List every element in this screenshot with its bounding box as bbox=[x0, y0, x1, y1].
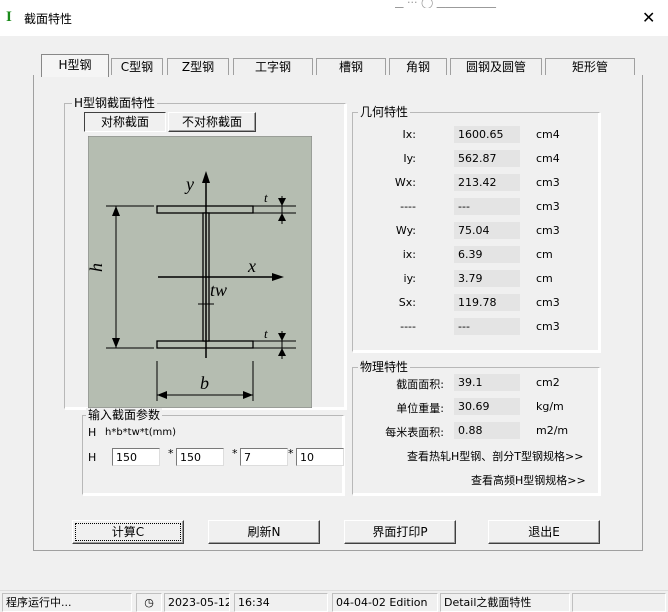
geo-label: Wy: bbox=[395, 224, 416, 237]
asymmetric-section-button[interactable]: 不对称截面 bbox=[168, 112, 256, 132]
print-button[interactable]: 界面打印P bbox=[344, 520, 456, 544]
tab-1[interactable]: C型钢 bbox=[111, 58, 163, 76]
exit-button[interactable]: 退出E bbox=[488, 520, 600, 544]
refresh-button[interactable]: 刷新N bbox=[208, 520, 320, 544]
tab-0[interactable]: H型钢 bbox=[41, 54, 109, 77]
geo-value: 6.39 bbox=[454, 246, 520, 263]
phys-unit: m2/m bbox=[536, 424, 569, 437]
status-edition: 04-04-02 Edition bbox=[332, 593, 438, 612]
b-input[interactable] bbox=[176, 448, 224, 466]
tw-label: tw bbox=[210, 280, 227, 300]
h-section-diagram: y x t t tw b h bbox=[88, 136, 312, 408]
tab-7[interactable]: 矩形管 bbox=[545, 58, 635, 76]
formula-text: h*b*tw*t(mm) bbox=[105, 427, 176, 438]
phys-label: 截面面积: bbox=[396, 378, 444, 391]
h-label: h bbox=[88, 263, 106, 272]
geo-value: 3.79 bbox=[454, 270, 520, 287]
tab-6[interactable]: 圆钢及圆管 bbox=[450, 58, 542, 76]
t-input[interactable] bbox=[296, 448, 344, 466]
geo-label: ---- bbox=[400, 200, 416, 213]
physical-group-label: 物理特性 bbox=[358, 360, 411, 374]
phys-label: 每米表面积: bbox=[385, 426, 444, 439]
geo-label: Wx: bbox=[394, 176, 416, 189]
geo-unit: cm bbox=[536, 272, 553, 285]
geo-label: Sx: bbox=[398, 296, 416, 309]
status-running: 程序运行中... bbox=[2, 593, 132, 612]
geo-value: 119.78 bbox=[454, 294, 520, 311]
geo-unit: cm3 bbox=[536, 224, 560, 237]
tw-input[interactable] bbox=[240, 448, 288, 466]
geo-label: ix: bbox=[402, 248, 416, 261]
symmetric-section-button[interactable]: 对称截面 bbox=[84, 112, 166, 132]
tab-3[interactable]: 工字钢 bbox=[233, 58, 313, 76]
geo-label: Iy: bbox=[403, 152, 416, 165]
geo-label: Ix: bbox=[402, 128, 416, 141]
input-row-label: H bbox=[88, 451, 97, 464]
formula-prefix: H bbox=[88, 426, 97, 439]
phys-unit: cm2 bbox=[536, 376, 560, 389]
x-axis-label: x bbox=[247, 256, 256, 276]
phys-value: 0.88 bbox=[454, 422, 520, 439]
phys-unit: kg/m bbox=[536, 400, 564, 413]
phys-label: 单位重量: bbox=[396, 402, 444, 415]
status-time: 16:34 bbox=[234, 593, 328, 612]
tab-2[interactable]: Z型钢 bbox=[167, 58, 229, 76]
geo-unit: cm3 bbox=[536, 320, 560, 333]
geo-value: --- bbox=[454, 318, 520, 335]
separator: * bbox=[288, 447, 294, 460]
t-top-label: t bbox=[264, 190, 268, 205]
h-input[interactable] bbox=[112, 448, 160, 466]
hot-rolled-spec-link[interactable]: 查看热轧H型钢、剖分T型钢规格>> bbox=[407, 448, 583, 464]
status-page: Detail之截面特性 bbox=[440, 593, 570, 612]
geo-unit: cm4 bbox=[536, 128, 560, 141]
status-empty bbox=[572, 593, 666, 612]
input-group-label: 输入截面参数 bbox=[86, 408, 163, 422]
separator: * bbox=[232, 447, 238, 460]
background-window-strip: ▁ ··· ◯ ▁▁▁▁▁▁▁ bbox=[395, 0, 496, 8]
high-frequency-spec-link[interactable]: 查看高频H型钢规格>> bbox=[471, 472, 586, 488]
geo-value: 1600.65 bbox=[454, 126, 520, 143]
t-bottom-label: t bbox=[264, 326, 268, 341]
geo-value: --- bbox=[454, 198, 520, 215]
geo-unit: cm3 bbox=[536, 176, 560, 189]
tab-5[interactable]: 角钢 bbox=[389, 58, 447, 76]
geometry-group-label: 几何特性 bbox=[358, 105, 411, 119]
geo-value: 562.87 bbox=[454, 150, 520, 167]
separator: * bbox=[168, 447, 174, 460]
tab-4[interactable]: 槽钢 bbox=[316, 58, 386, 76]
geo-unit: cm3 bbox=[536, 296, 560, 309]
geo-unit: cm bbox=[536, 248, 553, 261]
calculate-button[interactable]: 计算C bbox=[72, 520, 184, 544]
geo-value: 75.04 bbox=[454, 222, 520, 239]
status-date: 2023-05-12 bbox=[164, 593, 230, 612]
geo-label: ---- bbox=[400, 320, 416, 333]
b-label: b bbox=[200, 373, 209, 393]
phys-value: 39.1 bbox=[454, 374, 520, 391]
phys-value: 30.69 bbox=[454, 398, 520, 415]
y-axis-label: y bbox=[184, 174, 194, 194]
clock-icon: ◷ bbox=[136, 593, 162, 612]
app-logo-icon: I bbox=[6, 9, 12, 25]
close-icon[interactable]: ✕ bbox=[642, 8, 655, 27]
geo-unit: cm4 bbox=[536, 152, 560, 165]
geo-unit: cm3 bbox=[536, 200, 560, 213]
geo-value: 213.42 bbox=[454, 174, 520, 191]
window-title: 截面特性 bbox=[24, 12, 73, 26]
geo-label: iy: bbox=[403, 272, 416, 285]
section-group-label: H型钢截面特性 bbox=[72, 96, 158, 110]
